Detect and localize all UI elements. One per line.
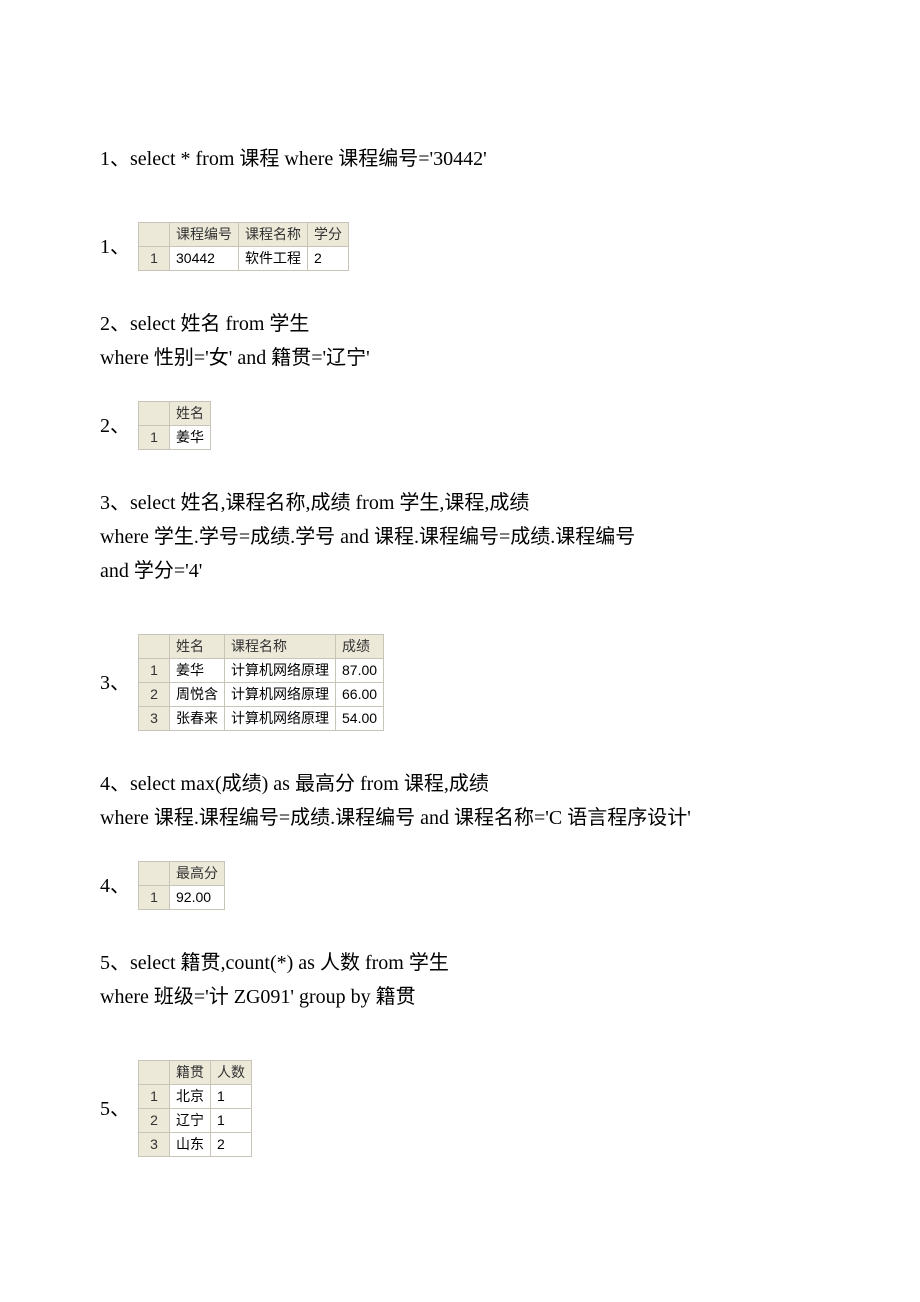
cell: 2 — [308, 247, 349, 271]
q4-result-grid: 最高分 1 92.00 — [138, 861, 225, 910]
cell: 87.00 — [336, 659, 384, 683]
row-number: 3 — [139, 707, 170, 731]
cell: 姜华 — [170, 426, 211, 450]
q1-result-grid: 课程编号 课程名称 学分 1 30442 软件工程 2 — [138, 222, 349, 271]
cell: 山东 — [170, 1133, 211, 1157]
cell: 软件工程 — [239, 247, 308, 271]
q2-result-grid: 姓名 1 姜华 — [138, 401, 211, 450]
cell: 姜华 — [170, 659, 225, 683]
row-number: 1 — [139, 247, 170, 271]
row-number: 1 — [139, 886, 170, 910]
q3-sql-line1: 3、select 姓名,课程名称,成绩 from 学生,课程,成绩 — [100, 488, 820, 518]
row-number: 1 — [139, 426, 170, 450]
col-header: 籍贯 — [170, 1061, 211, 1085]
q2-sql-line2: where 性别='女' and 籍贯='辽宁' — [100, 343, 820, 373]
col-header: 姓名 — [170, 635, 225, 659]
col-header: 成绩 — [336, 635, 384, 659]
q1-label: 1、 — [100, 232, 130, 262]
grid-corner — [139, 635, 170, 659]
col-header: 学分 — [308, 223, 349, 247]
q3-label: 3、 — [100, 668, 130, 698]
grid-corner — [139, 1061, 170, 1085]
table-row: 2 辽宁 1 — [139, 1109, 252, 1133]
col-header: 课程编号 — [170, 223, 239, 247]
cell: 周悦含 — [170, 683, 225, 707]
q3-sql-line3: and 学分='4' — [100, 556, 820, 586]
q3-result-grid: 姓名 课程名称 成绩 1 姜华 计算机网络原理 87.00 2 周悦含 计算机网… — [138, 634, 384, 731]
grid-corner — [139, 402, 170, 426]
q5-label: 5、 — [100, 1094, 130, 1124]
grid-corner — [139, 223, 170, 247]
q4-result-block: 4、 最高分 1 92.00 — [100, 861, 820, 910]
row-number: 1 — [139, 659, 170, 683]
cell: 30442 — [170, 247, 239, 271]
q1-result-block: 1、 课程编号 课程名称 学分 1 30442 软件工程 2 — [100, 222, 820, 271]
document-page: 1、select * from 课程 where 课程编号='30442' 1、… — [0, 0, 920, 1217]
col-header: 人数 — [211, 1061, 252, 1085]
cell: 2 — [211, 1133, 252, 1157]
q5-result-block: 5、 籍贯 人数 1 北京 1 2 辽宁 1 3 山东 2 — [100, 1060, 820, 1157]
cell: 张春来 — [170, 707, 225, 731]
cell: 1 — [211, 1109, 252, 1133]
q3-result-block: 3、 姓名 课程名称 成绩 1 姜华 计算机网络原理 87.00 2 周悦含 计… — [100, 634, 820, 731]
row-number: 1 — [139, 1085, 170, 1109]
cell: 计算机网络原理 — [225, 707, 336, 731]
col-header: 姓名 — [170, 402, 211, 426]
q4-sql-line2: where 课程.课程编号=成绩.课程编号 and 课程名称='C 语言程序设计… — [100, 803, 820, 833]
table-row: 3 张春来 计算机网络原理 54.00 — [139, 707, 384, 731]
q2-result-block: 2、 姓名 1 姜华 — [100, 401, 820, 450]
q4-sql-line1: 4、select max(成绩) as 最高分 from 课程,成绩 — [100, 769, 820, 799]
row-number: 2 — [139, 683, 170, 707]
q3-sql-line2: where 学生.学号=成绩.学号 and 课程.课程编号=成绩.课程编号 — [100, 522, 820, 552]
col-header: 课程名称 — [239, 223, 308, 247]
row-number: 2 — [139, 1109, 170, 1133]
cell: 计算机网络原理 — [225, 683, 336, 707]
table-row: 1 92.00 — [139, 886, 225, 910]
grid-corner — [139, 862, 170, 886]
cell: 1 — [211, 1085, 252, 1109]
table-row: 1 姜华 计算机网络原理 87.00 — [139, 659, 384, 683]
q5-sql-line2: where 班级='计 ZG091' group by 籍贯 — [100, 982, 820, 1012]
q4-label: 4、 — [100, 871, 130, 901]
row-number: 3 — [139, 1133, 170, 1157]
cell: 辽宁 — [170, 1109, 211, 1133]
table-row: 1 北京 1 — [139, 1085, 252, 1109]
cell: 66.00 — [336, 683, 384, 707]
col-header: 最高分 — [170, 862, 225, 886]
cell: 计算机网络原理 — [225, 659, 336, 683]
q2-label: 2、 — [100, 411, 130, 441]
q5-sql-line1: 5、select 籍贯,count(*) as 人数 from 学生 — [100, 948, 820, 978]
table-row: 3 山东 2 — [139, 1133, 252, 1157]
table-row: 1 30442 软件工程 2 — [139, 247, 349, 271]
q1-sql: 1、select * from 课程 where 课程编号='30442' — [100, 144, 820, 174]
cell: 54.00 — [336, 707, 384, 731]
q5-result-grid: 籍贯 人数 1 北京 1 2 辽宁 1 3 山东 2 — [138, 1060, 252, 1157]
q2-sql-line1: 2、select 姓名 from 学生 — [100, 309, 820, 339]
col-header: 课程名称 — [225, 635, 336, 659]
cell: 92.00 — [170, 886, 225, 910]
table-row: 2 周悦含 计算机网络原理 66.00 — [139, 683, 384, 707]
table-row: 1 姜华 — [139, 426, 211, 450]
cell: 北京 — [170, 1085, 211, 1109]
